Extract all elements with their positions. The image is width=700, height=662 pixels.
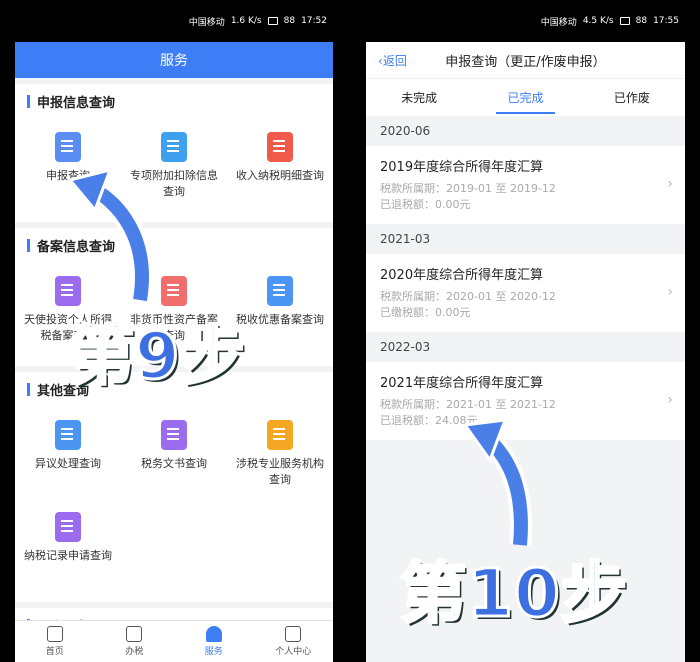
arrow-annotations [67,167,532,546]
